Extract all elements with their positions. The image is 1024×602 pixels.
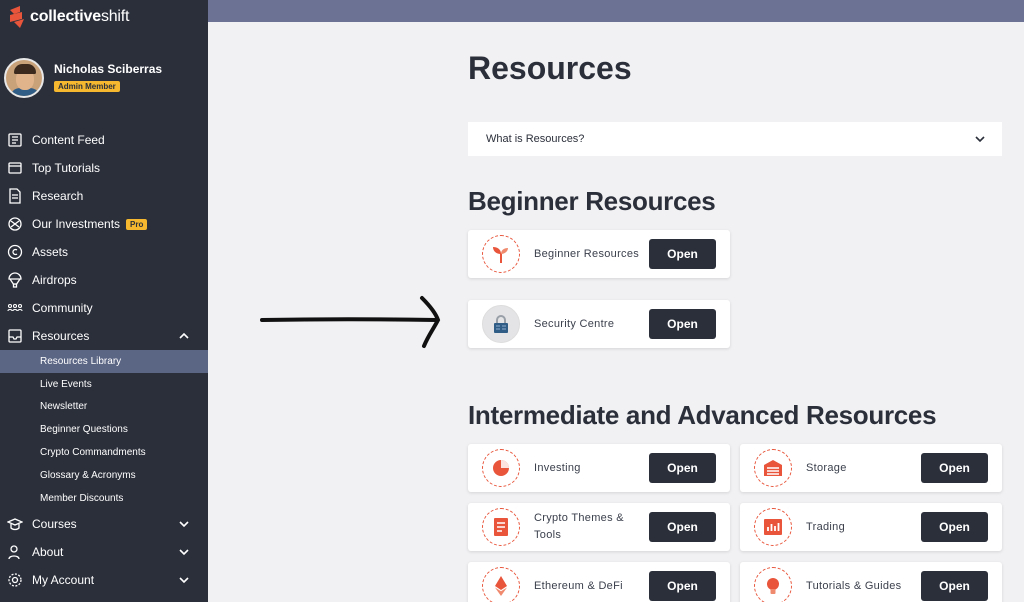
sidebar-item-research[interactable]: Research — [0, 182, 208, 210]
open-button[interactable]: Open — [649, 512, 716, 542]
lock-icon — [482, 305, 520, 343]
open-button[interactable]: Open — [649, 309, 716, 339]
parachute-icon — [6, 271, 24, 289]
sidebar-item-label: Courses — [32, 516, 77, 531]
person-icon — [6, 543, 24, 561]
user-profile[interactable]: Nicholas Sciberras Admin Member — [4, 58, 162, 98]
pro-badge: Pro — [126, 218, 148, 230]
gear-icon — [6, 571, 24, 589]
resource-card-label: Crypto Themes & Tools — [534, 512, 624, 541]
sidebar-subitem-live-events[interactable]: Live Events — [0, 373, 208, 396]
open-button[interactable]: Open — [649, 571, 716, 601]
lightbulb-icon — [754, 567, 792, 602]
community-icon — [6, 299, 24, 317]
sidebar-subitem-resources-library[interactable]: Resources Library — [0, 350, 208, 373]
sidebar-subitem-glossary[interactable]: Glossary & Acronyms — [0, 464, 208, 487]
investments-icon — [6, 215, 24, 233]
open-button[interactable]: Open — [649, 453, 716, 483]
sidebar-item-label: Airdrops — [32, 273, 77, 287]
resource-card: Security Centre Open — [468, 300, 730, 348]
resources-icon — [6, 327, 24, 345]
sidebar-subitem-crypto-commandments[interactable]: Crypto Commandments — [0, 441, 208, 464]
ethereum-icon — [482, 567, 520, 602]
chevron-down-icon[interactable] — [178, 518, 190, 530]
logo-text: collectiveshift — [30, 8, 130, 25]
what-is-resources-accordion[interactable]: What is Resources? — [468, 122, 1002, 156]
sidebar-nav: Content Feed Top Tutorials Research Our … — [0, 126, 208, 594]
sidebar: collectiveshift Nicholas Sciberras Admin… — [0, 0, 208, 602]
collectiveshift-logo-icon — [8, 6, 26, 28]
document-icon — [6, 187, 24, 205]
chevron-down-icon[interactable] — [178, 546, 190, 558]
sidebar-item-airdrops[interactable]: Airdrops — [0, 266, 208, 294]
chevron-down-icon — [975, 136, 985, 143]
resource-card: Storage Open — [740, 444, 1002, 492]
resource-card: Beginner Resources Open — [468, 230, 730, 278]
advanced-resources-heading: Intermediate and Advanced Resources — [468, 400, 937, 430]
logo[interactable]: collectiveshift — [8, 6, 129, 28]
sidebar-item-assets[interactable]: Assets — [0, 238, 208, 266]
resource-card-label: Storage — [806, 461, 847, 474]
resource-card-label: Tutorials & Guides — [806, 579, 902, 592]
resource-card: Trading Open — [740, 503, 1002, 551]
bar-chart-icon — [754, 508, 792, 546]
sidebar-item-about[interactable]: About — [0, 538, 208, 566]
accordion-label: What is Resources? — [486, 133, 585, 145]
annotation-arrow-icon — [260, 296, 441, 348]
chevron-down-icon[interactable] — [178, 574, 190, 586]
open-button[interactable]: Open — [921, 571, 988, 601]
resource-card: Tutorials & Guides Open — [740, 562, 1002, 602]
open-button[interactable]: Open — [649, 239, 716, 269]
sidebar-item-label: About — [32, 544, 64, 559]
resource-card-label: Beginner Resources — [534, 247, 640, 260]
sidebar-item-label: Assets — [32, 245, 69, 259]
sidebar-subitem-newsletter[interactable]: Newsletter — [0, 396, 208, 419]
beginner-resources-heading: Beginner Resources — [468, 186, 716, 216]
sidebar-item-label: Community — [32, 301, 93, 315]
resource-card-label: Trading — [806, 520, 845, 533]
avatar — [4, 58, 44, 98]
chevron-up-icon[interactable] — [178, 330, 190, 342]
feed-icon — [6, 131, 24, 149]
sidebar-item-label: My Account — [32, 572, 95, 587]
resource-card-label: Ethereum & DeFi — [534, 579, 623, 592]
role-badge: Admin Member — [54, 81, 120, 92]
sidebar-item-label: Research — [32, 189, 84, 203]
sidebar-item-our-investments[interactable]: Our Investments Pro — [0, 210, 208, 238]
graduation-cap-icon — [6, 515, 24, 533]
resource-card: Ethereum & DeFi Open — [468, 562, 730, 602]
sidebar-item-label: Resources — [32, 329, 90, 343]
sidebar-item-courses[interactable]: Courses — [0, 510, 208, 538]
sidebar-item-community[interactable]: Community — [0, 294, 208, 322]
open-button[interactable]: Open — [921, 453, 988, 483]
sprout-icon — [482, 235, 520, 273]
sidebar-item-my-account[interactable]: My Account — [0, 566, 208, 594]
top-bar — [208, 0, 1024, 22]
sidebar-item-top-tutorials[interactable]: Top Tutorials — [0, 154, 208, 182]
sidebar-item-content-feed[interactable]: Content Feed — [0, 126, 208, 154]
pie-chart-icon — [482, 449, 520, 487]
resource-card-label: Investing — [534, 461, 581, 474]
sidebar-subitem-member-discounts[interactable]: Member Discounts — [0, 487, 208, 510]
profile-name: Nicholas Sciberras — [54, 62, 163, 76]
resource-card-label: Security Centre — [534, 317, 615, 330]
sidebar-subitem-beginner-questions[interactable]: Beginner Questions — [0, 418, 208, 441]
resource-card: Crypto Themes & Tools Open — [468, 503, 730, 551]
page-title: Resources — [468, 50, 632, 86]
tutorial-icon — [6, 159, 24, 177]
coin-icon — [6, 243, 24, 261]
sidebar-item-label: Top Tutorials — [32, 161, 101, 175]
toolbox-icon — [482, 508, 520, 546]
sidebar-item-label: Content Feed — [32, 133, 105, 147]
storage-icon — [754, 449, 792, 487]
open-button[interactable]: Open — [921, 512, 988, 542]
sidebar-item-resources[interactable]: Resources — [0, 322, 208, 350]
sidebar-item-label: Our Investments — [32, 217, 121, 231]
resource-card: Investing Open — [468, 444, 730, 492]
